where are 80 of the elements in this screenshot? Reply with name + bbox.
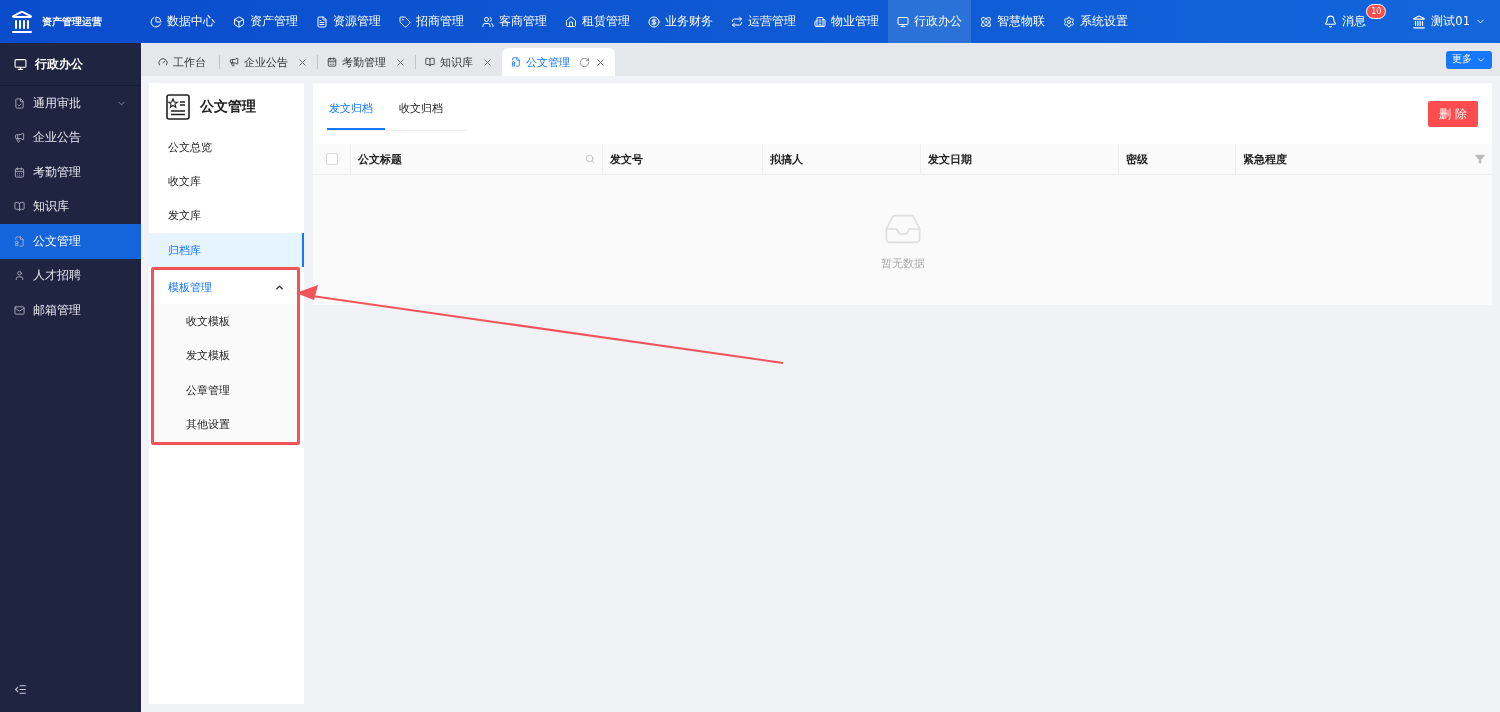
collapse-menu-icon[interactable] [14, 683, 27, 696]
book-icon [425, 57, 435, 67]
sidebar-item[interactable]: 通用审批 [0, 86, 141, 121]
sidebar-item[interactable]: 邮箱管理 [0, 293, 141, 328]
messages-link[interactable]: 消息 10 [1312, 0, 1387, 43]
app-title: 资产管理运营 [42, 14, 102, 29]
bank-icon [10, 9, 34, 34]
box-icon [233, 15, 245, 28]
calendar-icon [14, 166, 25, 178]
users-icon [482, 15, 494, 28]
page-tab[interactable]: 知识库 [416, 48, 502, 76]
refresh-icon[interactable] [579, 56, 590, 68]
monitor-icon [14, 57, 27, 71]
gauge-icon [158, 57, 168, 67]
megaphone-icon [14, 132, 25, 144]
document-icon [511, 57, 521, 67]
nav-item[interactable]: 租赁管理 [556, 0, 639, 43]
select-all-checkbox[interactable] [325, 153, 338, 165]
empty-text: 暂无数据 [880, 257, 925, 271]
settings-icon [1063, 15, 1075, 28]
column-header: 拟搞人 [770, 151, 803, 167]
nav-item[interactable]: 行政办公 [888, 0, 971, 43]
close-icon[interactable] [482, 56, 493, 68]
column-header: 公文标题 [358, 151, 402, 167]
column-header: 密级 [1126, 151, 1148, 167]
column-header: 发文日期 [928, 151, 972, 167]
more-button[interactable]: 更多 [1446, 50, 1492, 69]
archive-tab[interactable]: 收文归档 [397, 97, 455, 130]
tag-icon [399, 15, 411, 28]
book-icon [14, 201, 25, 213]
sidebar-item[interactable]: 企业公告 [0, 120, 141, 155]
close-icon[interactable] [395, 56, 406, 68]
mail-icon [14, 304, 25, 316]
sidebar-item[interactable]: 考勤管理 [0, 155, 141, 190]
sidebar-item[interactable]: 人才招聘 [0, 258, 141, 293]
message-count-badge: 10 [1366, 4, 1387, 19]
person-icon [14, 270, 25, 282]
close-icon[interactable] [297, 56, 308, 68]
column-header: 紧急程度 [1243, 151, 1287, 167]
menu-item[interactable]: 归档库 [149, 232, 304, 268]
atom-icon [980, 15, 992, 28]
submenu-item[interactable]: 收文模板 [154, 304, 297, 339]
page-tab[interactable]: 工作台 [149, 48, 219, 76]
archive-tab[interactable]: 发文归档 [327, 97, 385, 130]
building-icon [814, 15, 826, 28]
megaphone-icon [229, 57, 239, 67]
page-tab[interactable]: 公文管理 [502, 48, 615, 76]
page-tab[interactable]: 考勤管理 [318, 48, 415, 76]
page-tab[interactable]: 企业公告 [220, 48, 317, 76]
sidebar-item[interactable]: 公文管理 [0, 224, 141, 259]
submenu-item[interactable]: 公章管理 [154, 373, 297, 408]
nav-item[interactable]: 系统设置 [1054, 0, 1137, 43]
submenu-item[interactable]: 发文模板 [154, 338, 297, 374]
bell-icon [1324, 15, 1338, 28]
calendar-icon [327, 57, 337, 67]
house-icon [565, 15, 577, 28]
document-icon [316, 15, 328, 28]
nav-item[interactable]: 运营管理 [722, 0, 805, 43]
column-header: 发文号 [610, 151, 643, 167]
nav-item[interactable]: 资源管理 [307, 0, 390, 43]
bank-icon [1412, 14, 1427, 29]
close-icon[interactable] [595, 56, 606, 68]
coin-icon [648, 15, 660, 28]
nav-item[interactable]: 客商管理 [473, 0, 556, 43]
document-icon [14, 235, 25, 247]
nav-item[interactable]: 数据中心 [141, 0, 224, 43]
nav-item[interactable]: 业务财务 [639, 0, 722, 43]
sidebar-title-text: 行政办公 [35, 55, 83, 73]
repeat-icon [731, 15, 743, 28]
nav-item[interactable]: 智慧物联 [971, 0, 1054, 43]
nav-item[interactable]: 招商管理 [390, 0, 473, 43]
chart-icon [150, 15, 162, 28]
module-title: 公文管理 [200, 97, 256, 116]
nav-item[interactable]: 物业管理 [805, 0, 888, 43]
user-menu[interactable]: 测试01 [1400, 0, 1500, 43]
monitor-icon [897, 15, 909, 28]
document-icon [14, 97, 25, 109]
submenu-item[interactable]: 其他设置 [154, 407, 297, 442]
sidebar-item[interactable]: 知识库 [0, 189, 141, 224]
nav-item[interactable]: 资产管理 [224, 0, 307, 43]
